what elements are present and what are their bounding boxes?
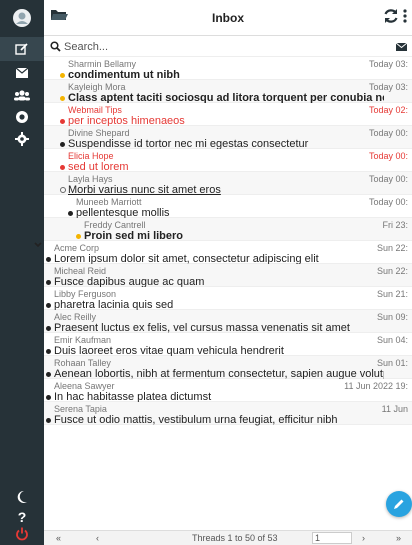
last-page-button[interactable]: » [396, 533, 401, 543]
pager: « ‹ Threads 1 to 50 of 53 1 › » [44, 530, 412, 545]
message-bullet-icon [60, 119, 65, 124]
message-row[interactable]: Elicia Hope Today 00: sed ut lorem [44, 149, 412, 173]
message-date: Today 03: [368, 59, 408, 69]
refresh-icon[interactable] [383, 8, 399, 27]
message-date: Sun 22: [376, 243, 408, 253]
settings-icon[interactable] [0, 127, 44, 151]
message-sender: Elicia Hope [68, 151, 114, 161]
message-sender: Serena Tapia [54, 404, 107, 414]
message-row[interactable]: Aleena Sawyer 11 Jun 2022 19: In hac habit… [44, 379, 412, 403]
next-page-button[interactable]: › [362, 533, 365, 543]
search-icon [50, 41, 61, 55]
message-subject[interactable]: Fusce ut odio mattis, vestibulum urna fe… [54, 414, 384, 426]
page-number-input[interactable]: 1 [312, 532, 352, 544]
message-date: Today 00: [368, 128, 408, 138]
message-bullet-icon [46, 280, 51, 285]
message-bullet-icon [46, 349, 51, 354]
message-date: Today 00: [368, 174, 408, 184]
message-row[interactable]: Divine Shepard Today 00: Suspendisse id to… [44, 126, 412, 150]
compose-icon[interactable] [0, 37, 44, 61]
contacts-icon[interactable] [0, 83, 44, 107]
message-row[interactable]: Acme Corp Sun 22: Lorem ipsum dolor sit am… [44, 241, 412, 265]
message-row[interactable]: Alec Reilly Sun 09: Praesent luctus ex fel… [44, 310, 412, 334]
message-date: Sun 22: [376, 266, 408, 276]
message-bullet-icon [46, 418, 51, 423]
message-date: Today 02: [368, 105, 408, 115]
message-sender: Acme Corp [54, 243, 100, 253]
message-row[interactable]: Layla Hays Today 00: Morbi varius nunc sit… [44, 172, 412, 196]
message-sender: Micheal Reid [54, 266, 107, 276]
message-row[interactable]: Webmail Tips Today 02: per inceptos himena… [44, 103, 412, 127]
search-options-mail-icon[interactable] [395, 42, 408, 54]
unread-marker-icon [76, 234, 81, 239]
message-sender: Aleena Sawyer [54, 381, 115, 391]
message-row[interactable]: Kayleigh Mora Today 03: Class aptent tacit… [44, 80, 412, 104]
prev-page-button[interactable]: ‹ [96, 533, 99, 543]
message-sender: Emir Kaufman [54, 335, 112, 345]
pager-info: Threads 1 to 50 of 53 [192, 533, 278, 543]
message-sender: Rohaan Talley [54, 358, 111, 368]
message-row[interactable]: Rohaan Talley Sun 01: Aenean lobortis, nib… [44, 356, 412, 380]
message-row[interactable]: Muneeb Marriott Today 00: pellentesque mol… [44, 195, 412, 219]
message-row[interactable]: Emir Kaufman Sun 04: Duis laoreet eros vit… [44, 333, 412, 357]
message-sender: Freddy Cantrell [84, 220, 146, 230]
message-sender: Muneeb Marriott [76, 197, 142, 207]
header-bar: Inbox [44, 0, 412, 36]
message-bullet-icon [60, 165, 65, 170]
message-date: Sun 04: [376, 335, 408, 345]
pencil-icon [394, 499, 404, 509]
message-date: 11 Jun 2022 19: [344, 381, 408, 391]
message-date: Today 00: [368, 151, 408, 161]
message-bullet-icon [60, 142, 65, 147]
message-bullet-icon [46, 326, 51, 331]
message-date: Today 00: [368, 197, 408, 207]
search-input[interactable] [64, 40, 364, 54]
message-bullet-icon [46, 303, 51, 308]
unread-marker-icon [60, 96, 65, 101]
message-date: Sun 09: [376, 312, 408, 322]
message-sender: Webmail Tips [68, 105, 122, 115]
message-date: Sun 21: [376, 289, 408, 299]
message-row[interactable]: Micheal Reid Sun 22: Fusce dapibus augue a… [44, 264, 412, 288]
more-menu-icon[interactable] [402, 8, 408, 27]
message-list: Sharmin Bellamy Today 03: condimentum ut n… [44, 57, 412, 530]
user-avatar-icon[interactable] [0, 4, 44, 32]
help-ring-icon[interactable] [0, 105, 44, 129]
message-sender: Kayleigh Mora [68, 82, 126, 92]
message-sender: Layla Hays [68, 174, 113, 184]
logout-icon[interactable] [0, 524, 44, 544]
message-row[interactable]: Serena Tapia 11 Jun Fusce ut odio mattis, … [44, 402, 412, 426]
unread-marker-icon [60, 73, 65, 78]
message-date: Today 03: [368, 82, 408, 92]
message-sender: Libby Ferguson [54, 289, 117, 299]
message-row[interactable]: Sharmin Bellamy Today 03: condimentum ut n… [44, 57, 412, 81]
compose-fab-button[interactable] [386, 491, 412, 517]
message-bullet-icon [46, 257, 51, 262]
message-sender: Alec Reilly [54, 312, 97, 322]
message-sender: Sharmin Bellamy [68, 59, 137, 69]
message-sender: Divine Shepard [68, 128, 130, 138]
message-bullet-icon [46, 372, 51, 377]
message-bullet-icon [46, 395, 51, 400]
message-row[interactable]: Libby Ferguson Sun 21: pharetra lacinia qu… [44, 287, 412, 311]
message-row[interactable]: Freddy Cantrell Fri 23: Proin sed mi liber… [44, 218, 412, 242]
inbox-icon[interactable] [0, 61, 44, 85]
page-title: Inbox [212, 11, 244, 25]
message-date: 11 Jun [381, 404, 408, 414]
message-bullet-icon [68, 211, 73, 216]
message-date: Fri 23: [382, 220, 408, 230]
search-bar [44, 37, 412, 57]
left-rail: ? [0, 0, 44, 545]
message-bullet-icon [60, 187, 66, 193]
message-date: Sun 01: [376, 358, 408, 368]
first-page-button[interactable]: « [56, 533, 61, 543]
